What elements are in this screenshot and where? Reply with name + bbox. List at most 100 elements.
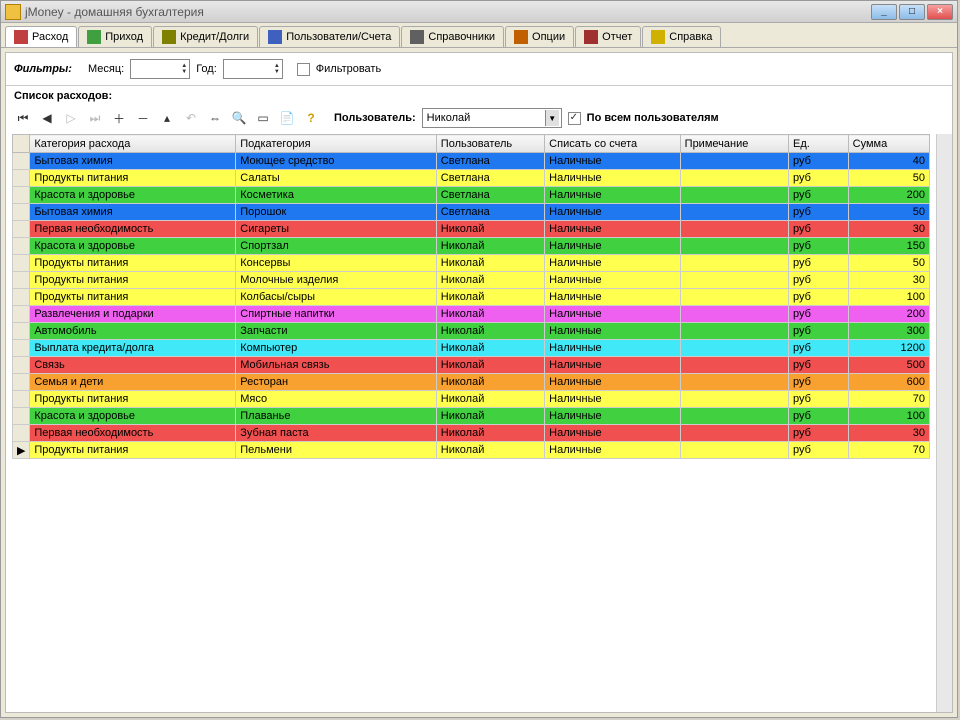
cell[interactable]: Зубная паста xyxy=(236,425,437,442)
table-row[interactable]: Красота и здоровьеПлаваньеНиколайНаличны… xyxy=(13,408,930,425)
cell[interactable]: Наличные xyxy=(545,323,680,340)
all-users-checkbox[interactable] xyxy=(568,112,581,125)
tab-3[interactable]: Пользователи/Счета xyxy=(259,26,400,47)
cell[interactable]: Мобильная связь xyxy=(236,357,437,374)
table-row[interactable]: СвязьМобильная связьНиколайНаличныеруб50… xyxy=(13,357,930,374)
cell[interactable]: руб xyxy=(789,153,849,170)
cell[interactable]: Пельмени xyxy=(236,442,437,459)
spinner-buttons[interactable]: ▲▼ xyxy=(181,63,187,75)
cell[interactable]: Наличные xyxy=(545,238,680,255)
cell[interactable]: руб xyxy=(789,323,849,340)
cell[interactable]: Николай xyxy=(436,255,544,272)
cell[interactable]: руб xyxy=(789,187,849,204)
table-row[interactable]: Первая необходимостьСигаретыНиколайНалич… xyxy=(13,221,930,238)
cell[interactable]: Николай xyxy=(436,408,544,425)
table-row[interactable]: Продукты питанияМясоНиколайНаличныеруб70 xyxy=(13,391,930,408)
cell[interactable]: руб xyxy=(789,374,849,391)
cell[interactable]: Наличные xyxy=(545,425,680,442)
column-header[interactable]: Сумма xyxy=(848,135,929,153)
cell[interactable]: Порошок xyxy=(236,204,437,221)
table-row[interactable]: Красота и здоровьеСпортзалНиколайНаличны… xyxy=(13,238,930,255)
add-icon[interactable]: ＋ xyxy=(110,109,128,127)
table-row[interactable]: Бытовая химияМоющее средствоСветланаНали… xyxy=(13,153,930,170)
column-header[interactable]: Примечание xyxy=(680,135,788,153)
cell[interactable]: Наличные xyxy=(545,357,680,374)
cell[interactable]: Продукты питания xyxy=(30,391,236,408)
cell[interactable]: Спиртные напитки xyxy=(236,306,437,323)
cell[interactable]: руб xyxy=(789,442,849,459)
cell[interactable]: Светлана xyxy=(436,153,544,170)
spinner-buttons[interactable]: ▲▼ xyxy=(274,63,280,75)
cell[interactable]: Николай xyxy=(436,238,544,255)
cell[interactable]: Николай xyxy=(436,374,544,391)
cell[interactable]: Сигареты xyxy=(236,221,437,238)
cell[interactable]: Косметика xyxy=(236,187,437,204)
column-header[interactable]: Списать со счета xyxy=(545,135,680,153)
maximize-button[interactable]: □ xyxy=(899,4,925,20)
table-row[interactable]: ▶Продукты питанияПельмениНиколайНаличные… xyxy=(13,442,930,459)
cell[interactable]: Продукты питания xyxy=(30,272,236,289)
cell[interactable]: 200 xyxy=(848,306,929,323)
card-icon[interactable]: ▭ xyxy=(254,109,272,127)
cell[interactable]: Выплата кредита/долга xyxy=(30,340,236,357)
cell[interactable]: руб xyxy=(789,255,849,272)
tab-7[interactable]: Справка xyxy=(642,26,721,47)
tab-0[interactable]: Расход xyxy=(5,26,77,47)
cell[interactable]: Наличные xyxy=(545,408,680,425)
cell[interactable]: Консервы xyxy=(236,255,437,272)
cell[interactable] xyxy=(680,204,788,221)
column-header[interactable]: Ед. xyxy=(789,135,849,153)
table-row[interactable]: Семья и детиРесторанНиколайНаличныеруб60… xyxy=(13,374,930,391)
cell[interactable]: Николай xyxy=(436,323,544,340)
cell[interactable]: Наличные xyxy=(545,442,680,459)
table-row[interactable]: Красота и здоровьеКосметикаСветланаНалич… xyxy=(13,187,930,204)
cell[interactable]: Николай xyxy=(436,357,544,374)
cell[interactable]: Наличные xyxy=(545,187,680,204)
cell[interactable] xyxy=(680,408,788,425)
cell[interactable]: руб xyxy=(789,238,849,255)
cell[interactable]: Николай xyxy=(436,425,544,442)
cell[interactable]: Наличные xyxy=(545,153,680,170)
cell[interactable]: Красота и здоровье xyxy=(30,238,236,255)
copy-icon[interactable]: 📄 xyxy=(278,109,296,127)
tab-5[interactable]: Опции xyxy=(505,26,574,47)
cell[interactable]: Ресторан xyxy=(236,374,437,391)
cell[interactable]: Мясо xyxy=(236,391,437,408)
cell[interactable]: Наличные xyxy=(545,374,680,391)
column-header[interactable]: Категория расхода xyxy=(30,135,236,153)
table-row[interactable]: АвтомобильЗапчастиНиколайНаличныеруб300 xyxy=(13,323,930,340)
cell[interactable]: руб xyxy=(789,408,849,425)
cell[interactable]: Наличные xyxy=(545,391,680,408)
cell[interactable]: руб xyxy=(789,340,849,357)
nav-first-icon[interactable]: ⏮ xyxy=(14,109,32,127)
column-header[interactable]: Подкатегория xyxy=(236,135,437,153)
cell[interactable] xyxy=(680,391,788,408)
table-row[interactable]: Первая необходимостьЗубная пастаНиколайН… xyxy=(13,425,930,442)
cell[interactable] xyxy=(680,340,788,357)
cell[interactable]: 50 xyxy=(848,204,929,221)
cell[interactable]: Николай xyxy=(436,221,544,238)
cell[interactable]: Колбасы/сыры xyxy=(236,289,437,306)
cell[interactable]: Николай xyxy=(436,289,544,306)
year-spinner[interactable]: ▲▼ xyxy=(223,59,283,79)
table-row[interactable]: Развлечения и подаркиСпиртные напиткиНик… xyxy=(13,306,930,323)
cell[interactable] xyxy=(680,425,788,442)
help-icon[interactable]: ? xyxy=(302,109,320,127)
expense-grid[interactable]: Категория расходаПодкатегорияПользовател… xyxy=(12,134,930,459)
cell[interactable]: Николай xyxy=(436,340,544,357)
edit-icon[interactable]: ▴ xyxy=(158,109,176,127)
expand-icon[interactable]: ⇔ xyxy=(206,109,224,127)
cell[interactable]: руб xyxy=(789,289,849,306)
undo-icon[interactable]: ↶ xyxy=(182,109,200,127)
cell[interactable] xyxy=(680,323,788,340)
cell[interactable]: 500 xyxy=(848,357,929,374)
table-row[interactable]: Продукты питанияКолбасы/сырыНиколайНалич… xyxy=(13,289,930,306)
cell[interactable]: 70 xyxy=(848,442,929,459)
cell[interactable] xyxy=(680,306,788,323)
cell[interactable]: Продукты питания xyxy=(30,442,236,459)
cell[interactable]: Наличные xyxy=(545,272,680,289)
chevron-down-icon[interactable]: ▼ xyxy=(545,110,559,126)
cell[interactable]: Наличные xyxy=(545,340,680,357)
table-row[interactable]: Выплата кредита/долгаКомпьютерНиколайНал… xyxy=(13,340,930,357)
cell[interactable]: руб xyxy=(789,425,849,442)
